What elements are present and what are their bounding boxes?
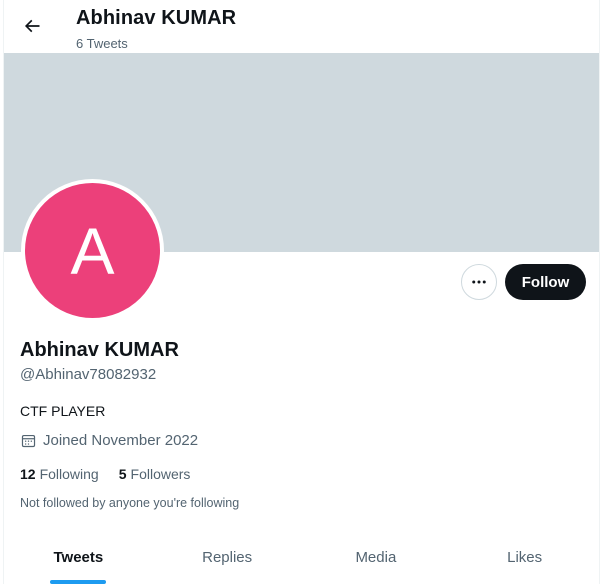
mutual-followers-note: Not followed by anyone you're following <box>20 496 240 510</box>
active-tab-indicator <box>50 580 107 584</box>
header-title: Abhinav KUMAR <box>76 7 237 29</box>
joined-date: Joined November 2022 <box>20 432 198 449</box>
tab-label: Tweets <box>53 549 104 566</box>
more-horizontal-icon <box>472 280 486 284</box>
arrow-left-icon <box>24 19 40 33</box>
back-button[interactable] <box>16 10 48 42</box>
tab-label: Likes <box>507 549 543 566</box>
profile-header: Abhinav KUMAR 6 Tweets <box>4 0 599 53</box>
profile-page: Abhinav KUMAR 6 Tweets A Follow Abhinav … <box>3 0 600 584</box>
avatar-letter: A <box>25 183 160 318</box>
following-label: Following <box>39 466 99 482</box>
joined-text: Joined November 2022 <box>43 432 199 449</box>
profile-name: Abhinav KUMAR <box>20 339 179 361</box>
tab-likes[interactable]: Likes <box>450 532 599 584</box>
tab-media[interactable]: Media <box>302 532 451 584</box>
header-tweet-count: 6 Tweets <box>76 36 128 51</box>
followers-link[interactable]: 5 Followers <box>119 466 191 482</box>
followers-count: 5 <box>118 466 127 482</box>
profile-handle: @Abhinav78082932 <box>20 366 157 383</box>
avatar[interactable]: A <box>21 179 164 322</box>
following-count: 12 <box>20 466 36 482</box>
tab-replies[interactable]: Replies <box>153 532 302 584</box>
profile-tabs: Tweets Replies Media Likes <box>4 532 599 584</box>
more-options-button[interactable] <box>461 264 497 300</box>
tab-label: Replies <box>202 549 253 566</box>
following-link[interactable]: 12 Following <box>20 466 99 482</box>
followers-label: Followers <box>130 466 191 482</box>
tab-label: Media <box>355 549 397 566</box>
follow-stats: 12 Following 5 Followers <box>20 466 190 482</box>
calendar-icon <box>21 434 36 448</box>
profile-bio: CTF PLAYER <box>20 403 106 419</box>
tab-tweets[interactable]: Tweets <box>4 532 153 584</box>
follow-button[interactable]: Follow <box>505 264 586 300</box>
